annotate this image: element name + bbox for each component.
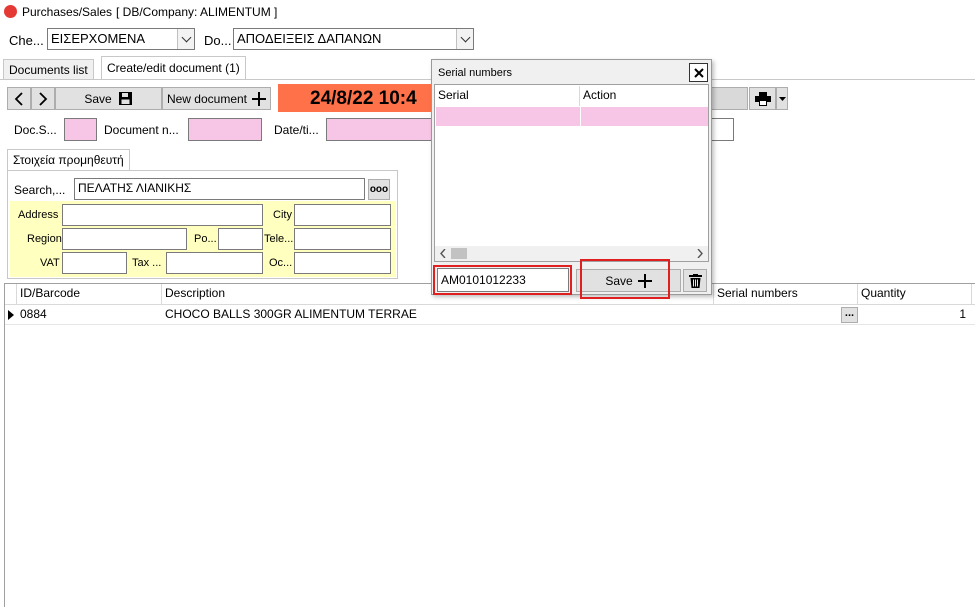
doc-s-input[interactable] [64, 118, 97, 141]
chevron-right-icon [39, 91, 48, 106]
city-label: City [273, 209, 292, 221]
row-pointer-icon [8, 310, 14, 320]
chevron-down-icon[interactable] [177, 29, 194, 49]
che-label: Che... [9, 33, 44, 48]
caret-down-icon [778, 96, 786, 101]
print-dropdown-button[interactable] [776, 87, 788, 110]
do-select[interactable]: ΑΠΟΔΕΙΞΕΙΣ ΔΑΠΑΝΩΝ [233, 28, 474, 50]
printer-icon [754, 91, 771, 106]
serial-column-header-action[interactable]: Action [580, 86, 708, 106]
supplier-lookup-button[interactable]: ooo [368, 179, 390, 200]
do-select-value: ΑΠΟΔΕΙΞΕΙΣ ΔΑΠΑΝΩΝ [237, 31, 382, 46]
row-quantity-cell[interactable]: 1 [858, 305, 972, 324]
tele-input[interactable] [294, 228, 391, 250]
row-id-cell[interactable]: 0884 [17, 305, 162, 324]
vat-label: VAT [40, 257, 60, 269]
row-description-cell[interactable]: CHOCO BALLS 300GR ALIMENTUM TERRAE [162, 305, 714, 324]
tax-input[interactable] [166, 252, 263, 274]
tele-label: Tele... [264, 233, 294, 245]
chevron-left-icon [14, 91, 23, 106]
column-header-id-barcode[interactable]: ID/Barcode [17, 284, 162, 304]
close-icon [693, 67, 704, 78]
new-document-label: New document [166, 91, 248, 106]
scrollbar-thumb[interactable] [451, 248, 467, 259]
items-grid [4, 283, 975, 607]
print-button[interactable] [749, 87, 776, 110]
supplier-search-label: Search,... [14, 183, 66, 197]
che-select[interactable]: ΕΙΣΕΡΧΟΜΕΝΑ [47, 28, 195, 50]
datetime-banner: 24/8/22 10:4 [278, 84, 433, 112]
document-n-label: Document n... [104, 123, 179, 137]
scroll-left-icon[interactable] [440, 249, 446, 258]
po-input[interactable] [218, 228, 263, 250]
document-n-input[interactable] [188, 118, 262, 141]
window-title: Purchases/Sales [22, 5, 113, 19]
serial-new-row[interactable] [436, 107, 708, 126]
oc-label: Oc... [269, 257, 293, 269]
app-icon [4, 5, 17, 18]
row-serial-button[interactable]: ... [841, 307, 858, 323]
dialog-close-button[interactable] [689, 63, 708, 82]
tax-label: Tax ... [132, 257, 162, 269]
do-label: Do... [204, 33, 232, 48]
next-button[interactable] [31, 87, 55, 110]
column-header-serial-numbers[interactable]: Serial numbers [714, 284, 858, 304]
address-label: Address [18, 209, 59, 221]
hidden-toolbar-button[interactable] [707, 87, 748, 110]
region-label: Region [27, 233, 62, 245]
doc-s-label: Doc.S... [14, 123, 57, 137]
tab-documents-list[interactable]: Documents list [3, 59, 94, 79]
oc-input[interactable] [294, 252, 391, 274]
date-label: Date/ti... [274, 123, 319, 137]
address-input[interactable] [62, 204, 263, 226]
trash-icon [688, 273, 702, 288]
extra-doc-input[interactable] [709, 118, 734, 141]
vat-input[interactable] [62, 252, 127, 274]
new-document-button[interactable]: New document [162, 87, 271, 110]
grid-corner [5, 284, 17, 304]
serial-new-row-divider [580, 107, 581, 126]
serial-delete-button[interactable] [683, 269, 707, 292]
date-input[interactable] [326, 118, 434, 141]
che-select-value: ΕΙΣΕΡΧΟΜΕΝΑ [51, 31, 146, 46]
plus-icon [252, 91, 267, 106]
region-input[interactable] [62, 228, 187, 250]
save-button[interactable]: Save [55, 87, 162, 110]
db-company-label: [ DB/Company: ALIMENTUM ] [116, 5, 278, 19]
scroll-right-icon[interactable] [697, 249, 703, 258]
save-button-label: Save [84, 91, 112, 106]
column-header-quantity[interactable]: Quantity [858, 284, 972, 304]
serial-save-highlight [580, 259, 670, 299]
serial-column-header-serial[interactable]: Serial [435, 86, 580, 106]
tab-create-edit-document[interactable]: Create/edit document (1) [101, 56, 246, 80]
serial-input-highlight [433, 265, 572, 295]
chevron-down-icon[interactable] [456, 29, 473, 49]
city-input[interactable] [294, 204, 391, 226]
po-label: Po... [194, 233, 217, 245]
supplier-search-input[interactable]: ΠΕΛΑΤΗΣ ΛΙΑΝΙΚΗΣ [74, 178, 365, 200]
dialog-title: Serial numbers [438, 67, 512, 79]
floppy-disk-icon [118, 92, 132, 105]
prev-button[interactable] [7, 87, 31, 110]
tab-supplier-details[interactable]: Στοιχεία προμηθευτή [7, 149, 130, 171]
